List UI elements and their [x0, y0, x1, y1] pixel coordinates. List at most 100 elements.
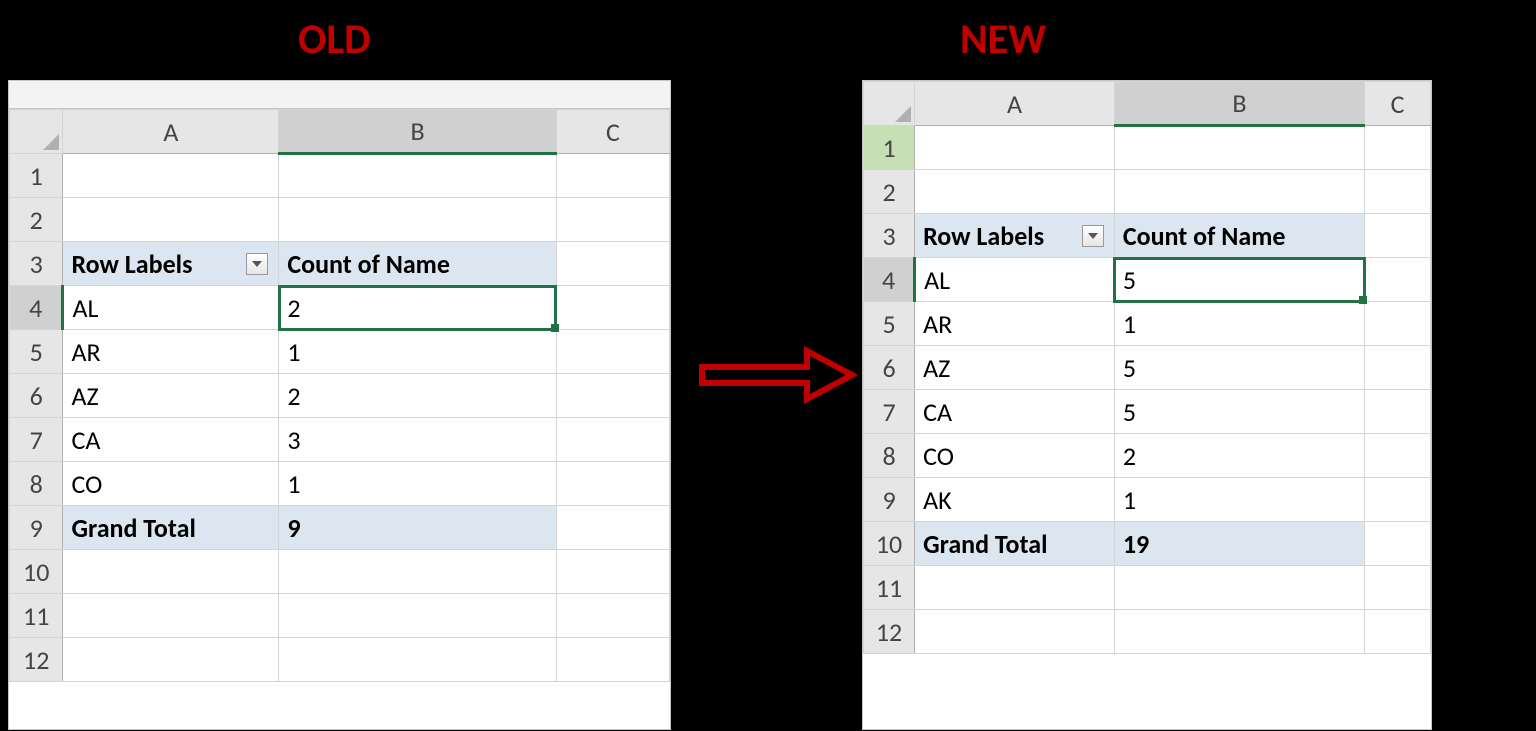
cell[interactable] [556, 198, 669, 242]
col-header-A[interactable]: A [915, 82, 1115, 126]
pivot-total-value[interactable]: 9 [279, 506, 557, 550]
pivot-count-header[interactable]: Count of Name [1114, 214, 1364, 258]
select-all-corner[interactable] [864, 82, 915, 126]
cell[interactable] [1365, 346, 1431, 390]
pivot-row-label[interactable]: AL [915, 258, 1115, 302]
pivot-row-value[interactable]: 5 [1114, 346, 1364, 390]
row-header[interactable]: 5 [864, 302, 915, 346]
row-header[interactable]: 11 [10, 594, 63, 638]
cell[interactable] [915, 170, 1115, 214]
pivot-row-label[interactable]: CO [915, 434, 1115, 478]
row-header[interactable]: 11 [864, 566, 915, 610]
row-header[interactable]: 1 [864, 126, 915, 170]
cell[interactable] [63, 550, 279, 594]
cell[interactable] [279, 594, 557, 638]
pivot-row-label[interactable]: AK [915, 478, 1115, 522]
cell[interactable] [1365, 302, 1431, 346]
row-header[interactable]: 9 [864, 478, 915, 522]
grid-old[interactable]: A B C 1 2 3 Row Labels Count of Name 4 A… [9, 109, 670, 682]
cell[interactable] [1365, 566, 1431, 610]
row-header[interactable]: 8 [864, 434, 915, 478]
filter-dropdown-button[interactable] [246, 253, 268, 275]
pivot-row-value[interactable]: 5 [1114, 390, 1364, 434]
pivot-row-value[interactable]: 5 [1114, 258, 1364, 302]
pivot-row-value[interactable]: 1 [1114, 302, 1364, 346]
pivot-row-value[interactable]: 3 [279, 418, 557, 462]
pivot-total-label[interactable]: Grand Total [63, 506, 279, 550]
cell[interactable] [1365, 258, 1431, 302]
pivot-row-value[interactable]: 1 [279, 330, 557, 374]
cell[interactable] [1114, 126, 1364, 170]
cell[interactable] [63, 594, 279, 638]
pivot-row-label[interactable]: CA [915, 390, 1115, 434]
row-header[interactable]: 5 [10, 330, 63, 374]
row-header[interactable]: 7 [10, 418, 63, 462]
cell[interactable] [1365, 522, 1431, 566]
row-header[interactable]: 7 [864, 390, 915, 434]
col-header-A[interactable]: A [63, 110, 279, 154]
cell[interactable] [1365, 434, 1431, 478]
grid-new[interactable]: A B C 1 2 3 Row Labels Count of Name 4 A… [863, 81, 1431, 654]
col-header-C[interactable]: C [1365, 82, 1431, 126]
cell[interactable] [915, 610, 1115, 654]
pivot-total-value[interactable]: 19 [1114, 522, 1364, 566]
pivot-row-label[interactable]: AR [915, 302, 1115, 346]
cell[interactable] [1114, 566, 1364, 610]
row-header[interactable]: 12 [864, 610, 915, 654]
row-header[interactable]: 8 [10, 462, 63, 506]
pivot-row-value[interactable]: 1 [1114, 478, 1364, 522]
cell[interactable] [279, 550, 557, 594]
pivot-row-label[interactable]: AR [63, 330, 279, 374]
pivot-row-value[interactable]: 2 [279, 286, 557, 330]
cell[interactable] [63, 198, 279, 242]
pivot-row-label[interactable]: CO [63, 462, 279, 506]
row-header[interactable]: 3 [10, 242, 63, 286]
row-header[interactable]: 10 [864, 522, 915, 566]
row-header[interactable]: 2 [10, 198, 63, 242]
cell[interactable] [915, 126, 1115, 170]
pivot-row-label[interactable]: CA [63, 418, 279, 462]
col-header-B[interactable]: B [279, 110, 557, 154]
filter-dropdown-button[interactable] [1082, 225, 1104, 247]
select-all-corner[interactable] [10, 110, 63, 154]
row-header[interactable]: 3 [864, 214, 915, 258]
pivot-row-value[interactable]: 1 [279, 462, 557, 506]
cell[interactable] [1365, 126, 1431, 170]
cell[interactable] [556, 638, 669, 682]
cell[interactable] [1365, 170, 1431, 214]
cell[interactable] [279, 638, 557, 682]
row-header[interactable]: 12 [10, 638, 63, 682]
cell[interactable] [63, 154, 279, 198]
pivot-row-label[interactable]: AZ [63, 374, 279, 418]
cell[interactable] [1365, 478, 1431, 522]
cell[interactable] [279, 198, 557, 242]
pivot-row-label[interactable]: AL [63, 286, 279, 330]
cell[interactable] [556, 286, 669, 330]
cell[interactable] [915, 566, 1115, 610]
cell[interactable] [1365, 610, 1431, 654]
cell[interactable] [556, 418, 669, 462]
cell[interactable] [556, 550, 669, 594]
cell[interactable] [1365, 390, 1431, 434]
cell[interactable] [556, 330, 669, 374]
cell[interactable] [556, 594, 669, 638]
pivot-row-labels-header[interactable]: Row Labels [63, 242, 279, 286]
cell[interactable] [556, 242, 669, 286]
row-header[interactable]: 6 [10, 374, 63, 418]
row-header[interactable]: 1 [10, 154, 63, 198]
col-header-C[interactable]: C [556, 110, 669, 154]
col-header-B[interactable]: B [1114, 82, 1364, 126]
pivot-total-label[interactable]: Grand Total [915, 522, 1115, 566]
row-header[interactable]: 4 [864, 258, 915, 302]
cell[interactable] [1114, 610, 1364, 654]
cell[interactable] [1365, 214, 1431, 258]
cell[interactable] [63, 638, 279, 682]
row-header[interactable]: 10 [10, 550, 63, 594]
cell[interactable] [279, 154, 557, 198]
row-header[interactable]: 6 [864, 346, 915, 390]
row-header[interactable]: 4 [10, 286, 63, 330]
pivot-row-value[interactable]: 2 [279, 374, 557, 418]
cell[interactable] [556, 462, 669, 506]
pivot-row-value[interactable]: 2 [1114, 434, 1364, 478]
pivot-row-labels-header[interactable]: Row Labels [915, 214, 1115, 258]
